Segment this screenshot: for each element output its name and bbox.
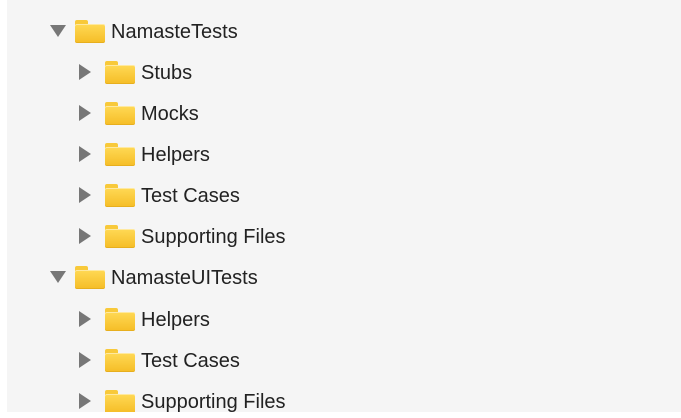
tree-item-test-cases[interactable]: Test Cases bbox=[7, 178, 681, 212]
disclosure-collapsed-icon[interactable] bbox=[79, 64, 91, 80]
project-navigator: NamasteTests Stubs Mocks Helpers Test Ca… bbox=[7, 0, 681, 413]
folder-icon bbox=[75, 20, 105, 43]
folder-icon bbox=[105, 225, 135, 248]
tree-item-helpers[interactable]: Helpers bbox=[7, 302, 681, 336]
disclosure-collapsed-icon[interactable] bbox=[79, 105, 91, 121]
tree-item-label: Supporting Files bbox=[141, 226, 286, 248]
disclosure-collapsed-icon[interactable] bbox=[79, 187, 91, 203]
tree-item-helpers[interactable]: Helpers bbox=[7, 137, 681, 171]
tree-item-stubs[interactable]: Stubs bbox=[7, 55, 681, 89]
tree-item-supporting-files[interactable]: Supporting Files bbox=[7, 219, 681, 253]
folder-icon bbox=[105, 102, 135, 125]
disclosure-collapsed-icon[interactable] bbox=[79, 393, 91, 409]
disclosure-expanded-icon[interactable] bbox=[50, 271, 66, 283]
bottom-gap bbox=[0, 412, 681, 418]
folder-icon bbox=[105, 349, 135, 372]
tree-item-label: Test Cases bbox=[141, 185, 240, 207]
tree-item-test-cases[interactable]: Test Cases bbox=[7, 343, 681, 377]
folder-icon bbox=[105, 308, 135, 331]
folder-icon bbox=[105, 143, 135, 166]
tree-item-label: Helpers bbox=[141, 144, 210, 166]
tree-item-mocks[interactable]: Mocks bbox=[7, 96, 681, 130]
tree-item-label: Test Cases bbox=[141, 350, 240, 372]
disclosure-expanded-icon[interactable] bbox=[50, 25, 66, 37]
disclosure-collapsed-icon[interactable] bbox=[79, 228, 91, 244]
tree-item-label: Supporting Files bbox=[141, 391, 286, 413]
folder-icon bbox=[75, 266, 105, 289]
tree-item-label: Stubs bbox=[141, 62, 193, 84]
group-label: NamasteTests bbox=[111, 21, 238, 43]
disclosure-collapsed-icon[interactable] bbox=[79, 146, 91, 162]
group-label: NamasteUITests bbox=[111, 267, 258, 289]
group-namastetests[interactable]: NamasteTests bbox=[7, 14, 681, 48]
tree-item-label: Helpers bbox=[141, 309, 210, 331]
disclosure-collapsed-icon[interactable] bbox=[79, 311, 91, 327]
folder-icon bbox=[105, 184, 135, 207]
tree-item-label: Mocks bbox=[141, 103, 199, 125]
disclosure-collapsed-icon[interactable] bbox=[79, 352, 91, 368]
folder-icon bbox=[105, 390, 135, 413]
group-namasteuitests[interactable]: NamasteUITests bbox=[7, 260, 681, 294]
folder-icon bbox=[105, 61, 135, 84]
